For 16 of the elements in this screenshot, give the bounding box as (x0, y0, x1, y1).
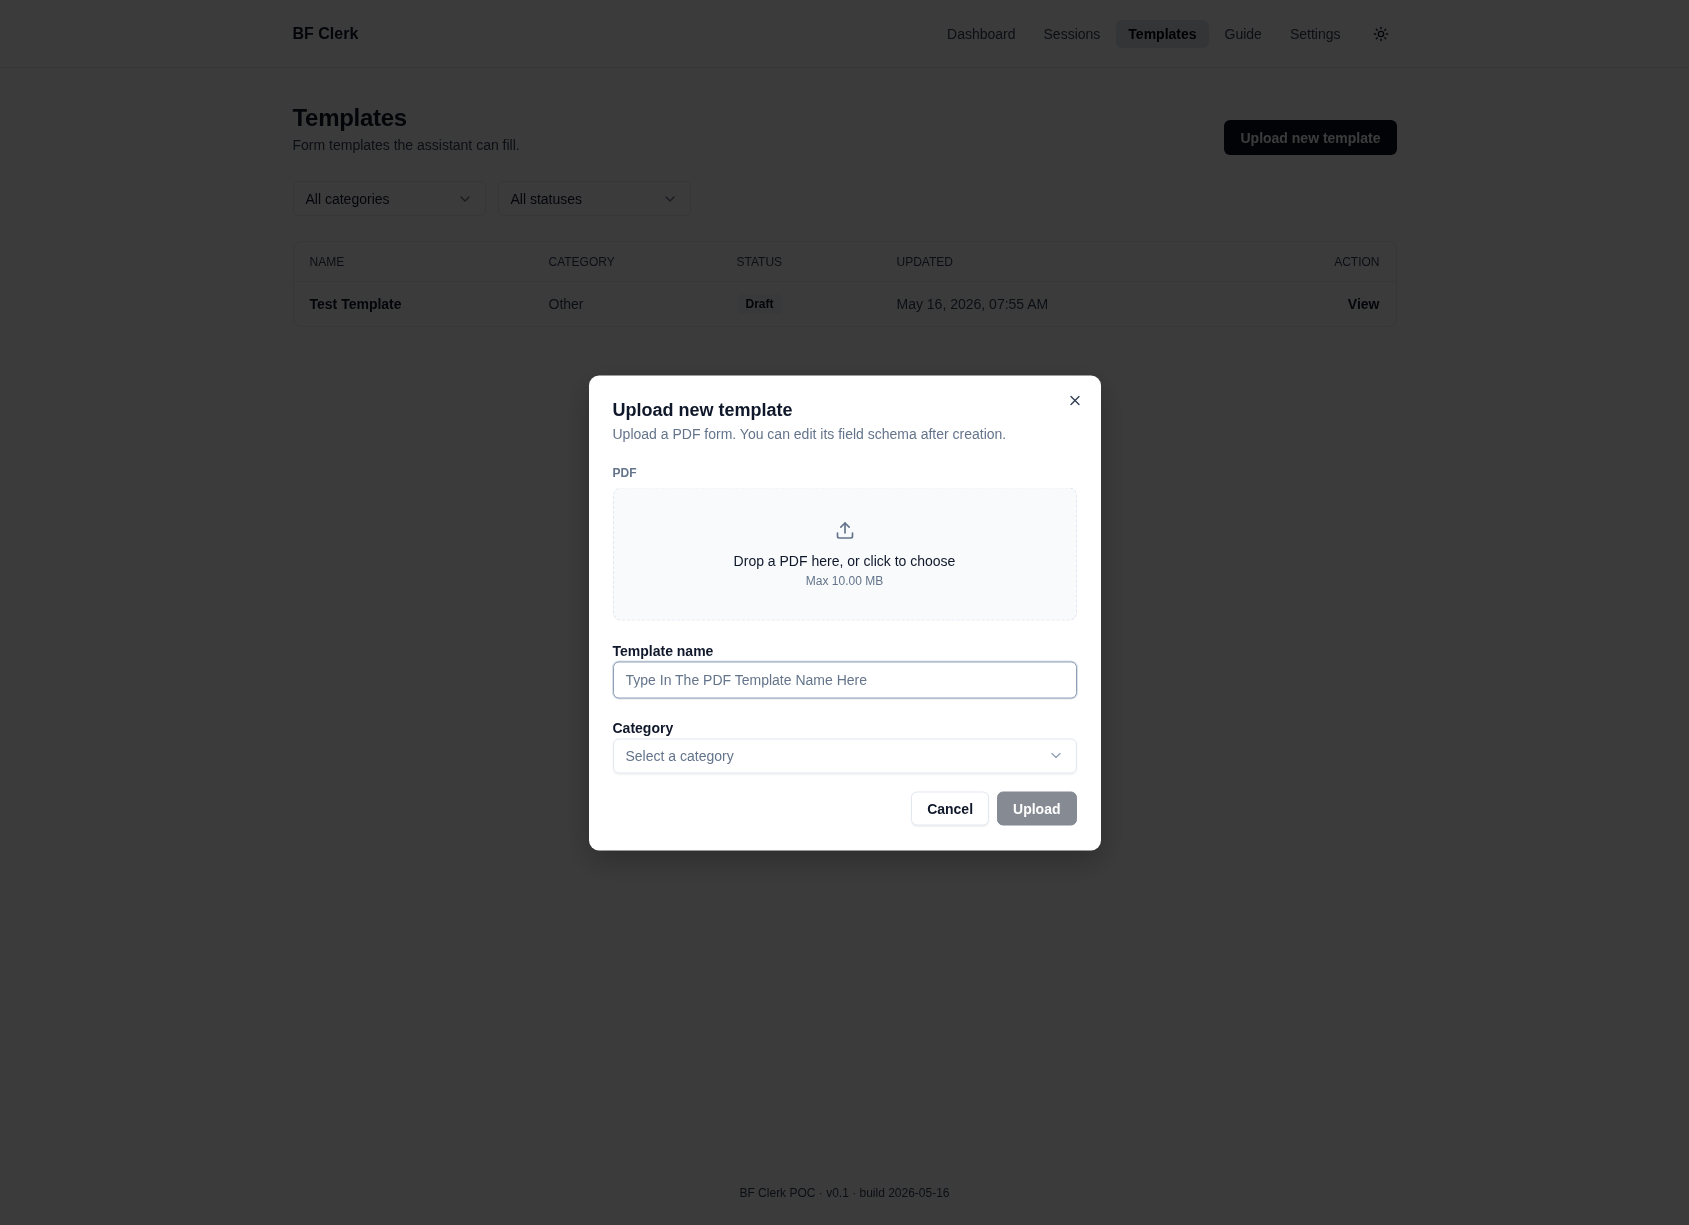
table-cell-text: Test Template (309, 296, 403, 312)
field-label: Category (612, 718, 675, 737)
upload-icon (834, 520, 855, 541)
field-label: PDF (612, 464, 638, 480)
page-title: Templates (292, 103, 407, 133)
field-label: Template name (612, 641, 715, 660)
size-limit-text: Max 10.00 MB (805, 572, 884, 589)
dialog-title: Upload new template (612, 398, 794, 421)
view-link[interactable]: View (1347, 296, 1380, 312)
brand-name: BF Clerk (292, 24, 359, 43)
cancel-button[interactable]: Cancel (911, 791, 990, 825)
dropzone-text: Drop a PDF here, or click to choose (733, 551, 956, 571)
pdf-dropzone[interactable]: Drop a PDF here, or click to choose Max 10.00 MB (612, 487, 1077, 620)
category-select[interactable]: Select a category (612, 738, 1077, 773)
template-name-input[interactable]: Type In The PDF Template Name Here (612, 661, 1077, 698)
dialog-description: Upload a PDF form. You can edit its field schema after creation. (612, 424, 1008, 443)
